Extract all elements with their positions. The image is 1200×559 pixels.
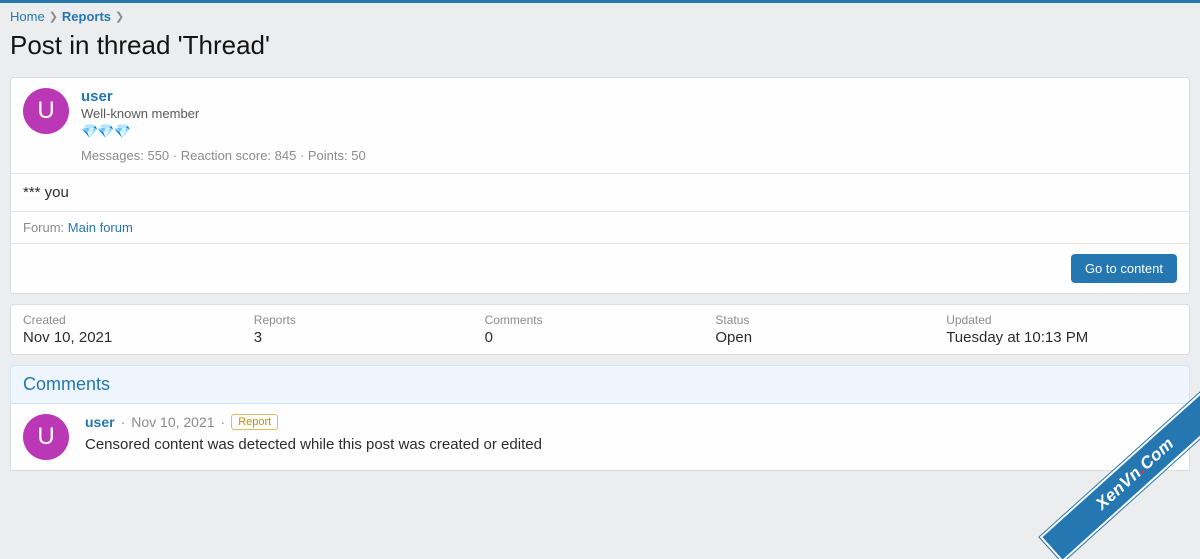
stat-reports: Reports 3	[254, 313, 485, 346]
user-info: user Well-known member 💎💎💎 Messages: 550…	[81, 88, 366, 163]
comments-header: Comments	[10, 365, 1190, 404]
comment-user-link[interactable]: user	[85, 414, 115, 430]
comment-text: Censored content was detected while this…	[85, 436, 542, 453]
post-meta: Forum: Main forum	[11, 211, 1189, 243]
stat-value: Tuesday at 10:13 PM	[946, 329, 1177, 346]
post-content: *** you	[11, 173, 1189, 211]
breadcrumb: Home ❯ Reports ❯	[0, 3, 1200, 28]
user-stats: Messages: 550 · Reaction score: 845 · Po…	[81, 148, 366, 163]
avatar[interactable]: U	[23, 414, 69, 460]
report-post-block: U user Well-known member 💎💎💎 Messages: 5…	[10, 77, 1190, 294]
chevron-right-icon: ❯	[115, 10, 124, 23]
stat-label: Status	[715, 313, 946, 327]
stat-created: Created Nov 10, 2021	[23, 313, 254, 346]
go-to-content-button[interactable]: Go to content	[1071, 254, 1177, 283]
breadcrumb-reports[interactable]: Reports	[62, 9, 111, 24]
forum-link[interactable]: Main forum	[68, 220, 133, 235]
username-link[interactable]: user	[81, 88, 366, 105]
stat-comments: Comments 0	[485, 313, 716, 346]
page-title: Post in thread 'Thread'	[0, 28, 1200, 77]
comment-body: user · Nov 10, 2021 · Report Censored co…	[85, 414, 542, 460]
report-tag: Report	[231, 414, 278, 430]
report-stats: Created Nov 10, 2021 Reports 3 Comments …	[10, 304, 1190, 355]
breadcrumb-home[interactable]: Home	[10, 9, 45, 24]
stat-label: Created	[23, 313, 254, 327]
chevron-right-icon: ❯	[49, 10, 58, 23]
stat-value: Nov 10, 2021	[23, 329, 254, 346]
stat-value: 3	[254, 329, 485, 346]
user-title: Well-known member	[81, 106, 366, 121]
comment-meta: user · Nov 10, 2021 · Report	[85, 414, 542, 430]
stat-value: 0	[485, 329, 716, 346]
separator: ·	[221, 414, 226, 430]
stat-label: Updated	[946, 313, 1177, 327]
comment-item: U user · Nov 10, 2021 · Report Censored …	[10, 404, 1190, 471]
avatar[interactable]: U	[23, 88, 69, 134]
user-badges: 💎💎💎	[81, 123, 366, 140]
separator: ·	[121, 414, 126, 430]
actions-row: Go to content	[11, 243, 1189, 293]
forum-label: Forum:	[23, 220, 64, 235]
user-row: U user Well-known member 💎💎💎 Messages: 5…	[11, 78, 1189, 173]
stat-updated: Updated Tuesday at 10:13 PM	[946, 313, 1177, 346]
stat-label: Comments	[485, 313, 716, 327]
comment-date: Nov 10, 2021	[131, 414, 214, 430]
stat-status: Status Open	[715, 313, 946, 346]
stat-label: Reports	[254, 313, 485, 327]
stat-value: Open	[715, 329, 946, 346]
